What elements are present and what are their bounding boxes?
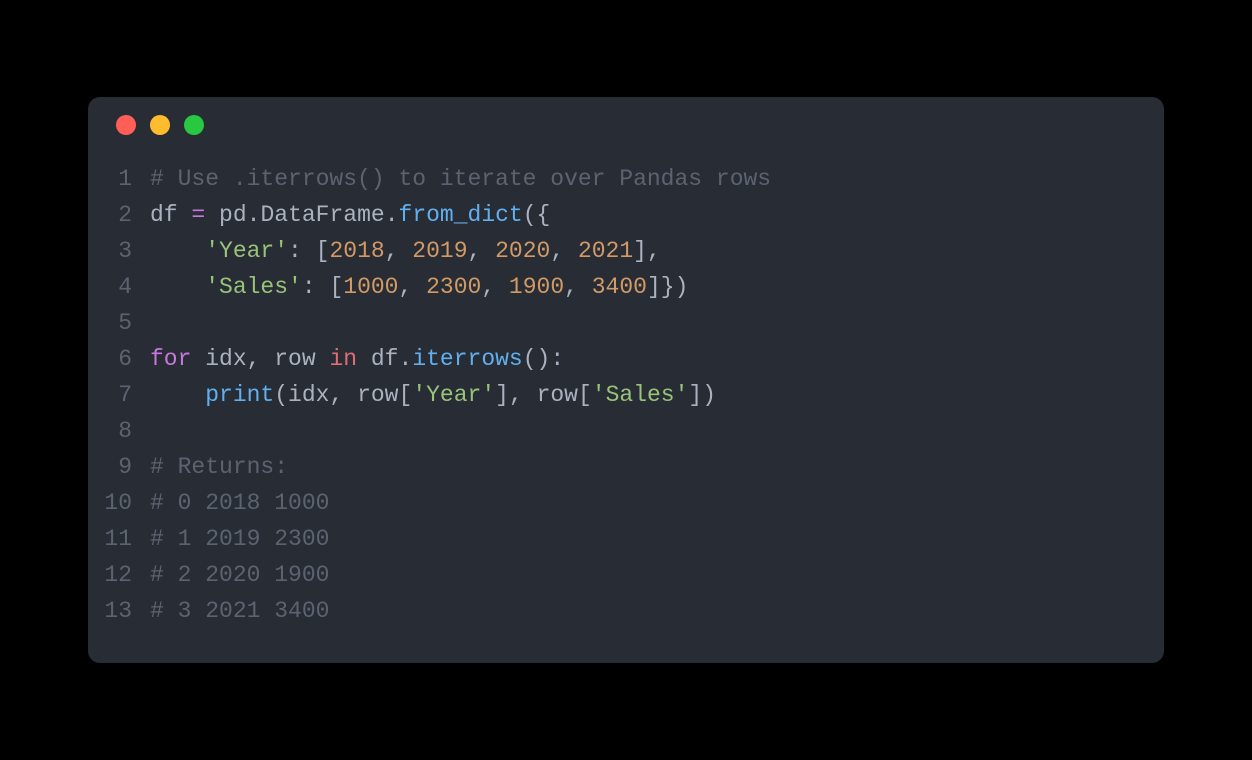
code-line[interactable]: 12# 2 2020 1900 — [88, 557, 1164, 593]
line-content[interactable]: 'Year': [2018, 2019, 2020, 2021], — [150, 233, 661, 269]
line-number: 6 — [88, 341, 150, 377]
line-content[interactable]: 'Sales': [1000, 2300, 1900, 3400]}) — [150, 269, 688, 305]
line-number: 9 — [88, 449, 150, 485]
code-line[interactable]: 8 — [88, 413, 1164, 449]
code-line[interactable]: 3 'Year': [2018, 2019, 2020, 2021], — [88, 233, 1164, 269]
zoom-icon[interactable] — [184, 115, 204, 135]
code-line[interactable]: 7 print(idx, row['Year'], row['Sales']) — [88, 377, 1164, 413]
line-number: 3 — [88, 233, 150, 269]
line-number: 13 — [88, 593, 150, 629]
code-line[interactable]: 5 — [88, 305, 1164, 341]
line-number: 8 — [88, 413, 150, 449]
line-content[interactable]: # Use .iterrows() to iterate over Pandas… — [150, 161, 771, 197]
line-number: 4 — [88, 269, 150, 305]
code-editor[interactable]: 1# Use .iterrows() to iterate over Panda… — [88, 153, 1164, 663]
line-number: 2 — [88, 197, 150, 233]
code-line[interactable]: 1# Use .iterrows() to iterate over Panda… — [88, 161, 1164, 197]
line-content[interactable]: for idx, row in df.iterrows(): — [150, 341, 564, 377]
code-line[interactable]: 6for idx, row in df.iterrows(): — [88, 341, 1164, 377]
titlebar — [88, 97, 1164, 153]
line-content[interactable]: # 2 2020 1900 — [150, 557, 329, 593]
code-line[interactable]: 11# 1 2019 2300 — [88, 521, 1164, 557]
line-number: 11 — [88, 521, 150, 557]
line-number: 1 — [88, 161, 150, 197]
minimize-icon[interactable] — [150, 115, 170, 135]
code-line[interactable]: 2df = pd.DataFrame.from_dict({ — [88, 197, 1164, 233]
code-line[interactable]: 10# 0 2018 1000 — [88, 485, 1164, 521]
code-line[interactable]: 13# 3 2021 3400 — [88, 593, 1164, 629]
line-number: 10 — [88, 485, 150, 521]
line-number: 7 — [88, 377, 150, 413]
close-icon[interactable] — [116, 115, 136, 135]
line-content[interactable]: # 3 2021 3400 — [150, 593, 329, 629]
code-line[interactable]: 9# Returns: — [88, 449, 1164, 485]
line-number: 5 — [88, 305, 150, 341]
code-line[interactable]: 4 'Sales': [1000, 2300, 1900, 3400]}) — [88, 269, 1164, 305]
code-window: 1# Use .iterrows() to iterate over Panda… — [88, 97, 1164, 663]
line-content[interactable]: df = pd.DataFrame.from_dict({ — [150, 197, 550, 233]
line-content[interactable]: # 0 2018 1000 — [150, 485, 329, 521]
line-content[interactable]: print(idx, row['Year'], row['Sales']) — [150, 377, 716, 413]
line-content[interactable]: # 1 2019 2300 — [150, 521, 329, 557]
line-number: 12 — [88, 557, 150, 593]
line-content[interactable]: # Returns: — [150, 449, 288, 485]
